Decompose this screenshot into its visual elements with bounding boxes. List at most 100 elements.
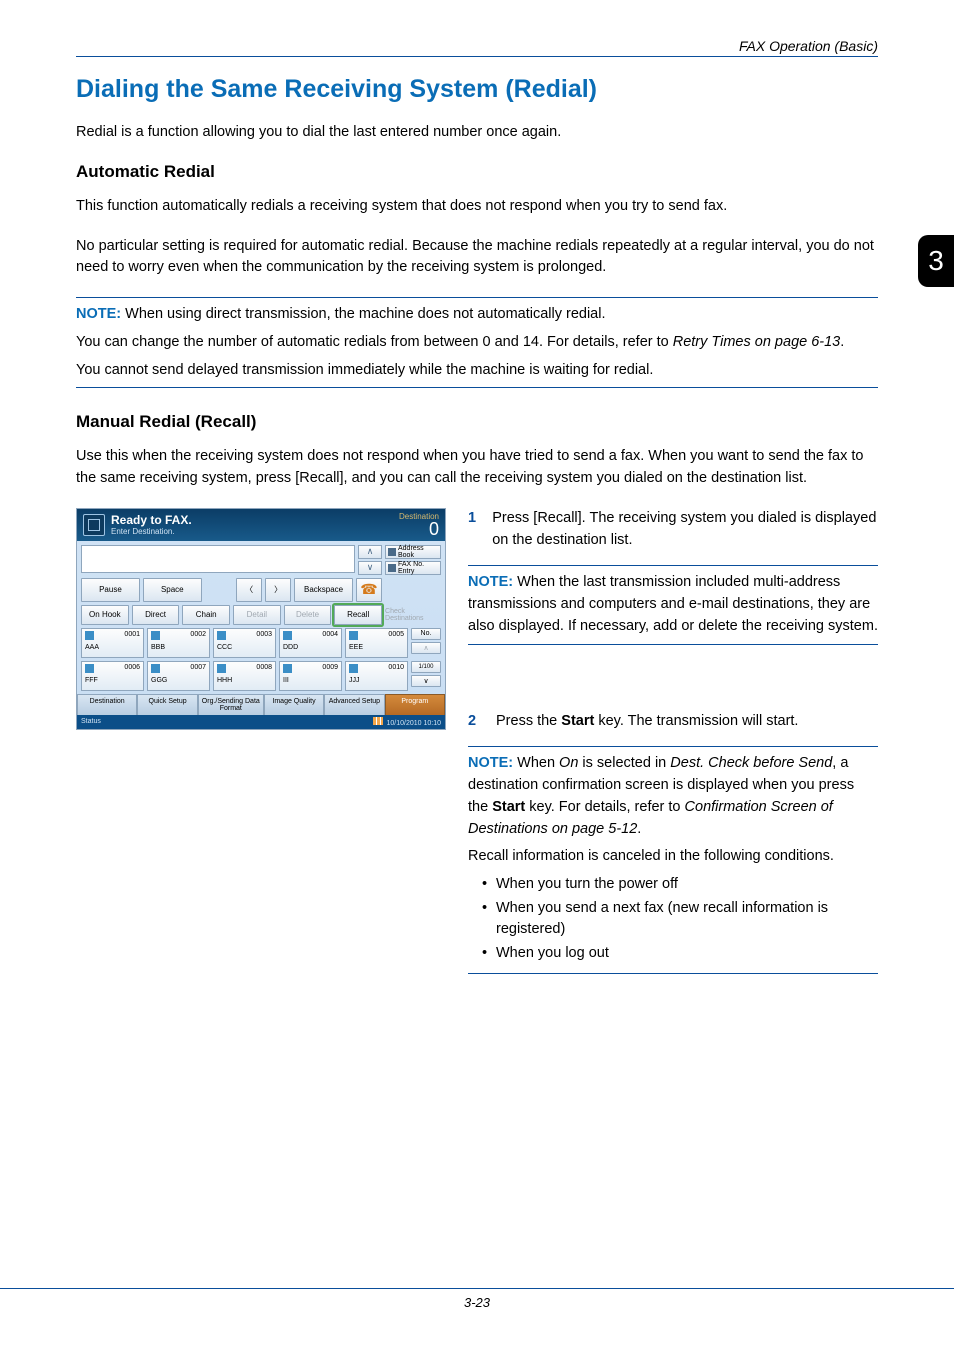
tab-image-quality[interactable]: Image Quality bbox=[264, 694, 324, 715]
step1-note: NOTE: When the last transmission include… bbox=[468, 572, 878, 637]
card-num: 0003 bbox=[256, 631, 272, 638]
step1-note-rule-bottom bbox=[468, 644, 878, 645]
one-touch-card[interactable]: 0009III bbox=[279, 661, 342, 691]
grid-up-button[interactable]: ∧ bbox=[411, 642, 441, 654]
delete-button[interactable]: Delete bbox=[284, 605, 332, 625]
card-icon bbox=[217, 631, 226, 640]
one-touch-card[interactable]: 0002 BBB bbox=[147, 628, 210, 658]
one-touch-card[interactable]: 0003 CCC bbox=[213, 628, 276, 658]
header-rule bbox=[76, 56, 878, 57]
card-icon bbox=[85, 664, 94, 673]
note-ref-retry: Retry Times on page 6-13 bbox=[673, 334, 841, 350]
card-icon bbox=[349, 664, 358, 673]
page-footer: 3-23 bbox=[0, 1288, 954, 1310]
n2b: is selected in bbox=[578, 755, 670, 771]
card-name: FFF bbox=[85, 677, 140, 684]
step-2-text: Press the Start key. The transmission wi… bbox=[496, 711, 798, 733]
direct-button[interactable]: Direct bbox=[132, 605, 180, 625]
header-context: FAX Operation (Basic) bbox=[76, 38, 878, 54]
card-icon bbox=[283, 631, 292, 640]
n2e: . bbox=[637, 821, 641, 837]
note-text-2a: You can change the number of automatic r… bbox=[76, 334, 673, 350]
tab-destination[interactable]: Destination bbox=[77, 694, 137, 715]
step-2-text-c: key. The transmission will start. bbox=[594, 713, 798, 729]
note-label: NOTE: bbox=[76, 306, 121, 322]
space-button[interactable]: Space bbox=[143, 578, 202, 602]
check-destinations-label: Check Destinations bbox=[385, 606, 441, 624]
note-text-2b: . bbox=[840, 334, 844, 350]
note-text-1: When using direct transmission, the mach… bbox=[121, 306, 605, 322]
cursor-right-button[interactable]: 〉 bbox=[265, 578, 291, 602]
card-icon bbox=[85, 631, 94, 640]
auto-redial-p2: No particular setting is required for au… bbox=[76, 236, 878, 280]
n2-destcheck: Dest. Check before Send bbox=[670, 755, 832, 771]
card-name: CCC bbox=[217, 644, 272, 651]
page-title: Dialing the Same Receiving System (Redia… bbox=[76, 75, 878, 104]
one-touch-card[interactable]: 0007GGG bbox=[147, 661, 210, 691]
recall-cancel-list: When you turn the power off When you sen… bbox=[468, 874, 878, 963]
phone-icon[interactable]: ☎ bbox=[356, 578, 382, 602]
one-touch-card[interactable]: 0010JJJ bbox=[345, 661, 408, 691]
card-num: 0007 bbox=[190, 664, 206, 671]
card-num: 0010 bbox=[388, 664, 404, 671]
cursor-left-button[interactable]: 〈 bbox=[236, 578, 262, 602]
card-name: DDD bbox=[283, 644, 338, 651]
step2-note-p2: Recall information is canceled in the fo… bbox=[468, 846, 878, 868]
one-touch-card[interactable]: 0004 DDD bbox=[279, 628, 342, 658]
card-name: AAA bbox=[85, 644, 140, 651]
tab-advanced-setup[interactable]: Advanced Setup bbox=[324, 694, 384, 715]
panel-titlebar: Ready to FAX. Enter Destination. Destina… bbox=[77, 509, 445, 541]
card-num: 0005 bbox=[388, 631, 404, 638]
recall-button[interactable]: Recall bbox=[334, 605, 382, 625]
fax-no-entry-button[interactable]: FAX No. Entry bbox=[385, 561, 441, 575]
step-2-start-key: Start bbox=[561, 713, 594, 729]
card-num: 0008 bbox=[256, 664, 272, 671]
address-book-button[interactable]: Address Book bbox=[385, 545, 441, 559]
one-touch-card[interactable]: 0006FFF bbox=[81, 661, 144, 691]
tab-quick-setup[interactable]: Quick Setup bbox=[137, 694, 197, 715]
auto-note-line1: NOTE: When using direct transmission, th… bbox=[76, 304, 878, 326]
backspace-button[interactable]: Backspace bbox=[294, 578, 353, 602]
one-touch-card[interactable]: 0001 AAA bbox=[81, 628, 144, 658]
one-touch-card[interactable]: 0008HHH bbox=[213, 661, 276, 691]
step-1-text: Press [Recall]. The receiving system you… bbox=[492, 508, 878, 552]
fax-panel: Ready to FAX. Enter Destination. Destina… bbox=[76, 508, 446, 730]
scroll-up-button[interactable]: ∧ bbox=[358, 545, 382, 559]
n2-start: Start bbox=[492, 799, 525, 815]
card-num: 0004 bbox=[322, 631, 338, 638]
card-name: EEE bbox=[349, 644, 404, 651]
tab-program[interactable]: Program bbox=[385, 694, 445, 715]
on-hook-button[interactable]: On Hook bbox=[81, 605, 129, 625]
step2-note-p1: NOTE: When On is selected in Dest. Check… bbox=[468, 753, 878, 840]
chapter-badge: 3 bbox=[918, 235, 954, 287]
n2d: key. For details, refer to bbox=[525, 799, 684, 815]
note-label: NOTE: bbox=[468, 755, 513, 771]
auto-redial-heading: Automatic Redial bbox=[76, 162, 878, 182]
page-indicator: 1/100 bbox=[411, 661, 441, 673]
step-2-number: 2 bbox=[468, 711, 482, 733]
pause-button[interactable]: Pause bbox=[81, 578, 140, 602]
grid-down-button[interactable]: ∨ bbox=[411, 675, 441, 687]
card-icon bbox=[349, 631, 358, 640]
card-icon bbox=[217, 664, 226, 673]
one-touch-card[interactable]: 0005 EEE bbox=[345, 628, 408, 658]
tab-org-format[interactable]: Org./Sending Data Format bbox=[198, 694, 264, 715]
manual-redial-heading: Manual Redial (Recall) bbox=[76, 412, 878, 432]
n2a: When bbox=[513, 755, 559, 771]
card-num: 0002 bbox=[190, 631, 206, 638]
destination-field[interactable] bbox=[81, 545, 355, 573]
note-rule-bottom bbox=[76, 387, 878, 388]
card-icon bbox=[151, 664, 160, 673]
panel-title: Ready to FAX. bbox=[111, 513, 399, 527]
scroll-down-button[interactable]: ∨ bbox=[358, 561, 382, 575]
note-rule-top bbox=[76, 297, 878, 298]
panel-subtitle: Enter Destination. bbox=[111, 527, 399, 536]
manual-redial-p1: Use this when the receiving system does … bbox=[76, 446, 878, 490]
card-name: BBB bbox=[151, 644, 206, 651]
detail-button[interactable]: Detail bbox=[233, 605, 281, 625]
card-num: 0001 bbox=[124, 631, 140, 638]
fax-icon bbox=[83, 514, 105, 536]
chain-button[interactable]: Chain bbox=[182, 605, 230, 625]
no-button[interactable]: No. bbox=[411, 628, 441, 640]
list-item: When you turn the power off bbox=[482, 874, 878, 894]
